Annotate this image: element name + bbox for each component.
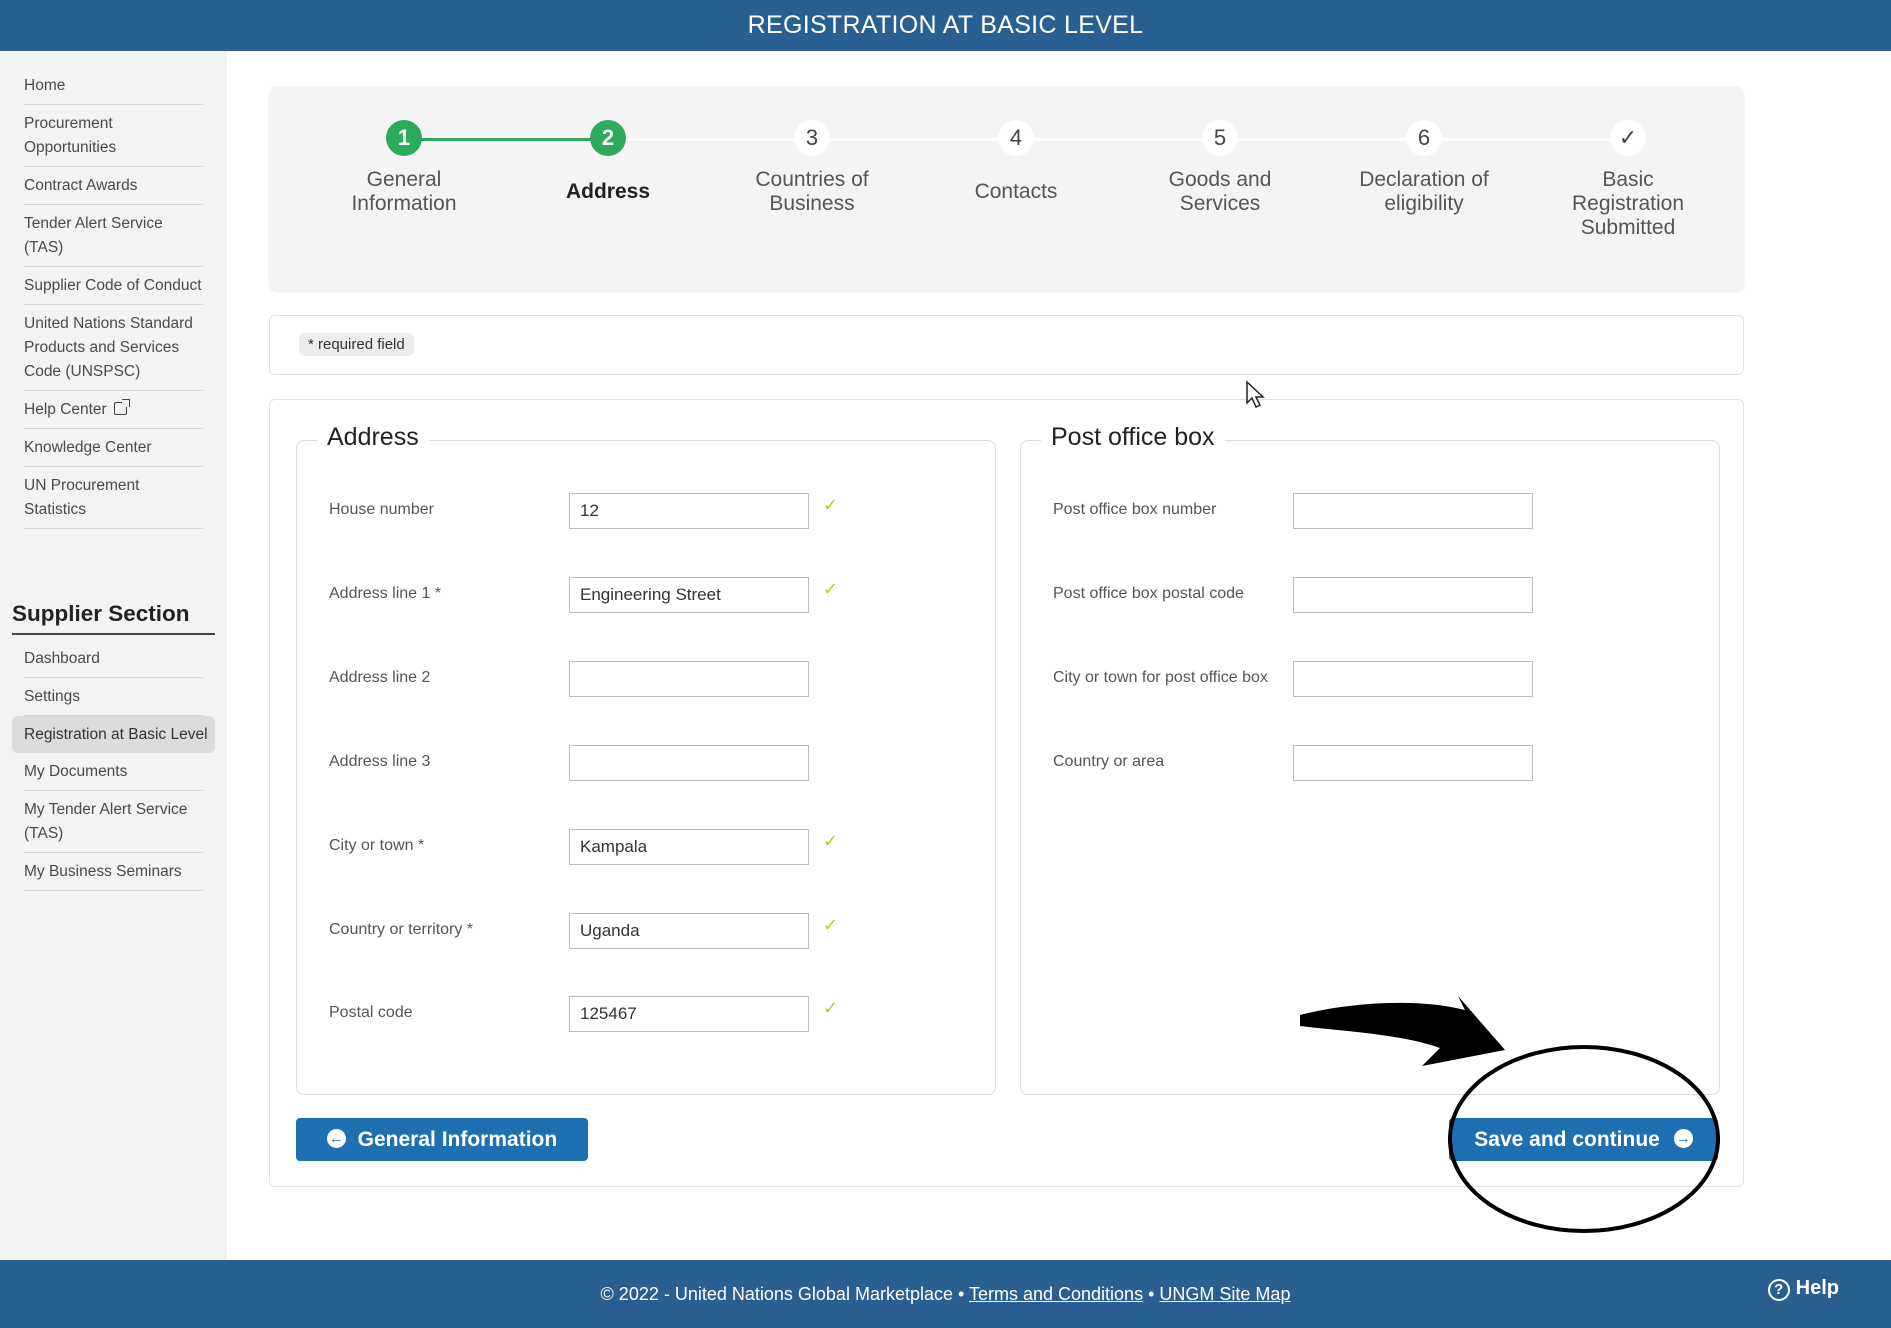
sidebar-item-home[interactable]: Home	[24, 67, 203, 105]
required-field-badge: * required field	[299, 333, 414, 356]
page-title: REGISTRATION AT BASIC LEVEL	[747, 11, 1144, 39]
po-box-section-title: Post office box	[1041, 423, 1225, 452]
step-label: Declaration of eligibility	[1359, 168, 1489, 215]
valid-check-icon: ✓	[823, 998, 839, 1018]
house-number-label: House number	[329, 501, 434, 518]
sidebar-item-my-business-seminars[interactable]: My Business Seminars	[24, 853, 203, 891]
step-general-information[interactable]: 1 General Information	[304, 120, 504, 216]
step-label: Address	[565, 180, 651, 203]
address-line-3-label: Address line 3	[329, 753, 431, 770]
valid-check-icon: ✓	[823, 579, 839, 599]
po-box-city-input[interactable]	[1293, 661, 1533, 697]
required-note-panel: * required field	[269, 315, 1744, 375]
step-declaration-of-eligibility[interactable]: 6 Declaration of eligibility	[1324, 120, 1524, 216]
step-number: 2	[590, 120, 626, 156]
supplier-section-title: Supplier Section	[12, 601, 215, 635]
annotation-arrow	[1300, 996, 1505, 1066]
po-box-number-label: Post office box number	[1053, 501, 1217, 518]
country-input[interactable]: Uganda	[569, 913, 809, 949]
address-line-2-label: Address line 2	[329, 669, 431, 686]
sidebar-item-label: Help Center	[24, 401, 107, 418]
previous-general-information-button[interactable]: ← General Information	[296, 1118, 588, 1161]
footer-text: © 2022 - United Nations Global Marketpla…	[0, 1284, 1891, 1305]
terms-and-conditions-link[interactable]: Terms and Conditions	[969, 1284, 1143, 1304]
step-address[interactable]: 2 Address	[508, 120, 708, 204]
step-number: 1	[386, 120, 422, 156]
step-label: Basic Registration Submitted	[1571, 168, 1685, 239]
city-input[interactable]: Kampala	[569, 829, 809, 865]
sidebar-item-contract-awards[interactable]: Contract Awards	[24, 167, 203, 205]
step-number: 6	[1406, 120, 1442, 156]
valid-check-icon: ✓	[823, 915, 839, 935]
address-line-3-input[interactable]	[569, 745, 809, 781]
sidebar-item-procurement-opportunities[interactable]: Procurement Opportunities	[24, 105, 203, 167]
registration-stepper: 1 General Information 2 Address 3 Countr…	[269, 86, 1744, 291]
address-line-2-input[interactable]	[569, 661, 809, 697]
sidebar-item-registration-basic[interactable]: Registration at Basic Level	[12, 716, 215, 753]
page-footer: © 2022 - United Nations Global Marketpla…	[0, 1260, 1891, 1328]
step-goods-and-services[interactable]: 5 Goods and Services	[1120, 120, 1320, 216]
sidebar: Home Procurement Opportunities Contract …	[0, 51, 227, 1260]
address-line-1-label: Address line 1 *	[329, 585, 442, 602]
step-basic-registration-submitted[interactable]: ✓ Basic Registration Submitted	[1528, 120, 1728, 240]
page-header: REGISTRATION AT BASIC LEVEL	[0, 0, 1891, 51]
sidebar-item-help-center[interactable]: Help Center	[24, 391, 203, 429]
sidebar-item-unspsc[interactable]: United Nations Standard Products and Ser…	[24, 305, 203, 391]
mouse-cursor-icon	[1246, 380, 1265, 409]
help-button[interactable]: ? Help	[1767, 1277, 1839, 1301]
city-label: City or town *	[329, 837, 425, 854]
address-fieldset: Address House number 12 ✓ Address line 1…	[296, 423, 996, 1095]
po-box-number-input[interactable]	[1293, 493, 1533, 529]
address-line-1-input[interactable]: Engineering Street	[569, 577, 809, 613]
step-number: 5	[1202, 120, 1238, 156]
step-label: Contacts	[974, 180, 1058, 203]
postal-code-input[interactable]: 125467	[569, 996, 809, 1032]
po-box-country-label: Country or area	[1053, 753, 1165, 770]
footer-separator: •	[1148, 1284, 1155, 1304]
house-number-input[interactable]: 12	[569, 493, 809, 529]
sidebar-item-tender-alert-service[interactable]: Tender Alert Service (TAS)	[24, 205, 203, 267]
step-label: General Information	[351, 168, 457, 215]
step-countries-of-business[interactable]: 3 Countries of Business	[712, 120, 912, 216]
po-box-postal-code-input[interactable]	[1293, 577, 1533, 613]
sidebar-item-dashboard[interactable]: Dashboard	[24, 640, 203, 678]
po-box-city-label: City or town for post office box	[1053, 669, 1268, 686]
previous-button-label: General Information	[357, 1128, 558, 1151]
country-label: Country or territory *	[329, 921, 474, 938]
site-map-link[interactable]: UNGM Site Map	[1159, 1284, 1290, 1304]
po-box-country-input[interactable]	[1293, 745, 1533, 781]
annotation-circle	[1448, 1045, 1720, 1233]
po-box-postal-code-label: Post office box postal code	[1053, 585, 1244, 602]
sidebar-item-my-documents[interactable]: My Documents	[24, 753, 203, 791]
sidebar-item-un-procurement-statistics[interactable]: UN Procurement Statistics	[24, 467, 203, 529]
supplier-nav: Dashboard Settings Registration at Basic…	[12, 640, 215, 891]
external-link-icon	[113, 399, 130, 415]
step-number: 4	[998, 120, 1034, 156]
step-label: Goods and Services	[1168, 168, 1272, 215]
question-circle-icon: ?	[1767, 1279, 1790, 1301]
step-number: 3	[794, 120, 830, 156]
sidebar-item-knowledge-center[interactable]: Knowledge Center	[24, 429, 203, 467]
sidebar-item-my-tas[interactable]: My Tender Alert Service (TAS)	[24, 791, 203, 853]
sidebar-item-settings[interactable]: Settings	[24, 678, 203, 716]
postal-code-label: Postal code	[329, 1004, 413, 1021]
arrow-left-circle-icon: ←	[326, 1128, 346, 1148]
step-number: ✓	[1610, 120, 1646, 156]
address-section-title: Address	[317, 423, 429, 452]
step-contacts[interactable]: 4 Contacts	[916, 120, 1116, 204]
valid-check-icon: ✓	[823, 831, 839, 851]
main-nav: Home Procurement Opportunities Contract …	[24, 67, 203, 529]
annotation-arrow-circle	[1300, 996, 1720, 1233]
step-label: Countries of Business	[755, 168, 869, 215]
sidebar-item-supplier-code-of-conduct[interactable]: Supplier Code of Conduct	[24, 267, 203, 305]
valid-check-icon: ✓	[823, 495, 839, 515]
help-label: Help	[1795, 1277, 1839, 1299]
footer-copyright: © 2022 - United Nations Global Marketpla…	[600, 1284, 965, 1304]
